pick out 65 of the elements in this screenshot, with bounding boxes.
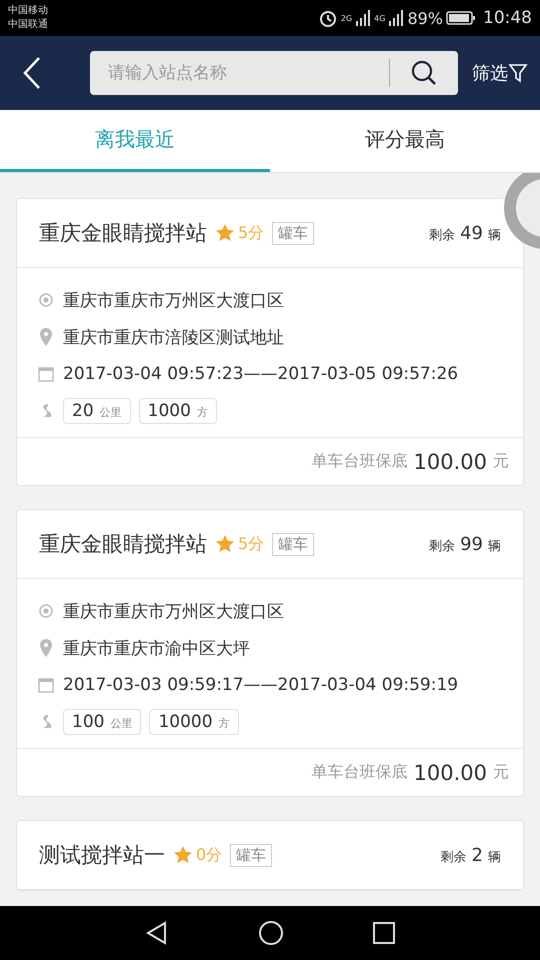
location-pin-icon — [37, 638, 55, 658]
search-bar[interactable]: 请输入站点名称 — [90, 51, 458, 95]
remaining-count: 49 — [460, 222, 483, 244]
remaining-label: 剩余 — [429, 226, 456, 244]
distance-chip: 20 公里 — [63, 398, 131, 424]
star-icon — [215, 534, 235, 554]
station-name: 重庆金眼睛搅拌站 — [39, 531, 207, 558]
origin-icon — [37, 603, 55, 619]
time-range: 2017-03-03 09:59:17——2017-03-04 09:59:19 — [63, 675, 458, 695]
station-score: 5分 — [238, 222, 264, 244]
station-score: 5分 — [238, 534, 264, 554]
location-pin-icon — [37, 327, 55, 347]
remaining-unit: 辆 — [488, 538, 501, 554]
recent-apps-icon[interactable] — [372, 921, 396, 945]
signal-icon — [388, 10, 404, 26]
distance-chip: 100 公里 — [63, 709, 142, 735]
vehicle-tag: 罐车 — [230, 844, 272, 866]
network-label: 2G — [340, 14, 352, 23]
remaining-count: 2 — [472, 844, 483, 866]
back-icon[interactable] — [22, 56, 42, 90]
station-score: 0分 — [196, 844, 222, 866]
remaining-label: 剩余 — [429, 538, 456, 554]
station-name: 测试搅拌站一 — [39, 842, 165, 869]
origin-address: 重庆市重庆市万州区大渡口区 — [63, 600, 284, 622]
calendar-icon — [37, 366, 55, 382]
clock-time: 10:48 — [483, 8, 532, 28]
price-label: 单车台班保底 — [312, 762, 408, 783]
signal-icon — [355, 10, 372, 26]
price-label: 单车台班保底 — [312, 451, 408, 472]
volume-chip: 10000 方 — [149, 709, 239, 735]
destination-address: 重庆市重庆市渝中区大坪 — [63, 638, 250, 660]
time-range: 2017-03-04 09:57:23——2017-03-05 09:57:26 — [63, 364, 458, 384]
battery-icon — [446, 10, 476, 26]
station-name: 重庆金眼睛搅拌站 — [39, 220, 207, 247]
remaining-unit: 辆 — [488, 848, 501, 866]
star-icon — [173, 845, 193, 865]
origin-icon — [37, 292, 55, 308]
price-value: 100.00 — [414, 450, 487, 474]
origin-address: 重庆市重庆市万州区大渡口区 — [63, 290, 284, 312]
volume-chip: 1000 方 — [138, 398, 217, 424]
destination-address: 重庆市重庆市涪陵区测试地址 — [63, 326, 284, 348]
price-value: 100.00 — [414, 760, 487, 784]
star-icon — [215, 223, 235, 243]
home-icon[interactable] — [258, 920, 284, 946]
price-unit: 元 — [493, 762, 509, 783]
battery-percent: 89% — [407, 8, 443, 28]
vehicle-tag: 罐车 — [272, 532, 314, 556]
tab[interactable]: 评分最高 — [270, 110, 540, 172]
station-card[interactable]: 重庆金眼睛搅拌站 5分 罐车 剩余 49 辆 重庆市重庆市万州区大渡口区 重庆市重庆市涪陵区测试地址 2017-03-04 09:57:23——2017-03-05 09:57:26 20 公里 1000 方 单车台班保底 100.00 元 — [16, 198, 524, 486]
filter-icon — [508, 63, 528, 83]
carrier-name: 中国移动 — [8, 4, 48, 18]
filter-button[interactable]: 筛选 — [458, 61, 528, 85]
remaining-label: 剩余 — [440, 848, 467, 866]
remaining-unit: 辆 — [488, 226, 501, 244]
station-card[interactable]: 测试搅拌站一 0分 罐车 剩余 2 辆 — [16, 820, 524, 891]
search-field[interactable]: 请输入站点名称 — [106, 62, 389, 84]
carrier-name: 中国联通 — [8, 18, 48, 32]
station-card[interactable]: 重庆金眼睛搅拌站 5分 罐车 剩余 99 辆 重庆市重庆市万州区大渡口区 重庆市重庆市渝中区大坪 2017-03-03 09:59:17——2017-03-04 09:59:19 100 公里 10000 方 单车台班保底 100.00 元 — [16, 509, 524, 797]
price-unit: 元 — [493, 451, 509, 472]
calendar-icon — [37, 677, 55, 693]
vehicle-tag: 罐车 — [272, 222, 314, 244]
alarm-icon — [318, 8, 338, 28]
remaining-count: 99 — [460, 534, 483, 554]
network-label: 4G — [374, 14, 386, 23]
search-icon[interactable] — [410, 59, 438, 87]
